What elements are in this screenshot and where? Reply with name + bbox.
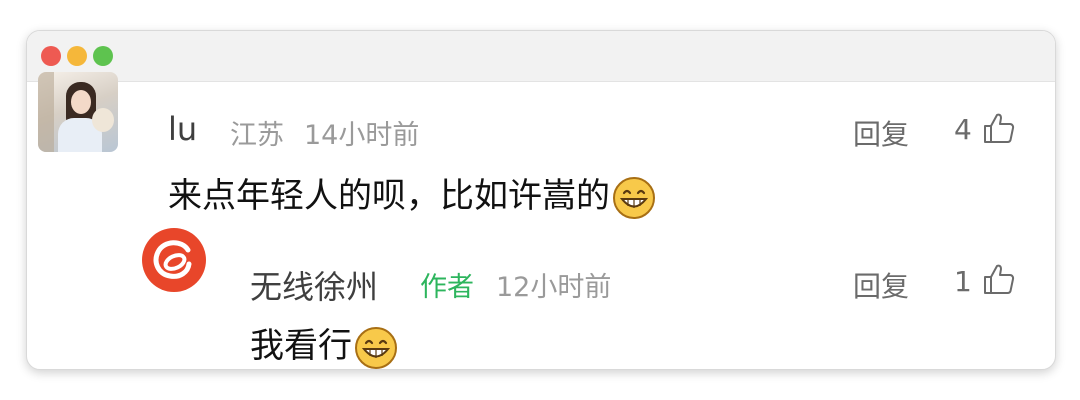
avatar[interactable]	[142, 228, 206, 292]
author-badge: 作者	[420, 272, 474, 303]
avatar[interactable]	[38, 72, 118, 152]
brand-logo-icon	[153, 240, 192, 279]
reply-body: 我看行	[250, 318, 398, 370]
maximize-window-button[interactable]	[93, 46, 113, 66]
grinning-face-icon	[613, 176, 655, 219]
thumbs-up-icon[interactable]	[982, 111, 1016, 145]
title-bar	[27, 31, 1055, 82]
reply-button[interactable]: 回复	[853, 265, 909, 305]
comment-text: 来点年轻人的呗，比如许嵩的	[168, 176, 610, 216]
close-window-button[interactable]	[41, 46, 61, 66]
reply-username[interactable]: 无线徐州	[250, 262, 378, 308]
grinning-face-icon	[355, 326, 397, 369]
comment-location: 江苏	[230, 120, 284, 151]
thumbs-up-icon[interactable]	[982, 262, 1016, 296]
comment-time: 14小时前	[304, 120, 420, 151]
comment-body: 来点年轻人的呗，比如许嵩的	[168, 168, 656, 220]
reply-text: 我看行	[250, 326, 352, 366]
like-count: 4	[954, 113, 972, 146]
comment-username[interactable]: lu	[168, 110, 197, 148]
reply-time: 12小时前	[496, 272, 612, 303]
reply-button[interactable]: 回复	[853, 113, 909, 153]
like-count: 1	[954, 265, 972, 298]
minimize-window-button[interactable]	[67, 46, 87, 66]
